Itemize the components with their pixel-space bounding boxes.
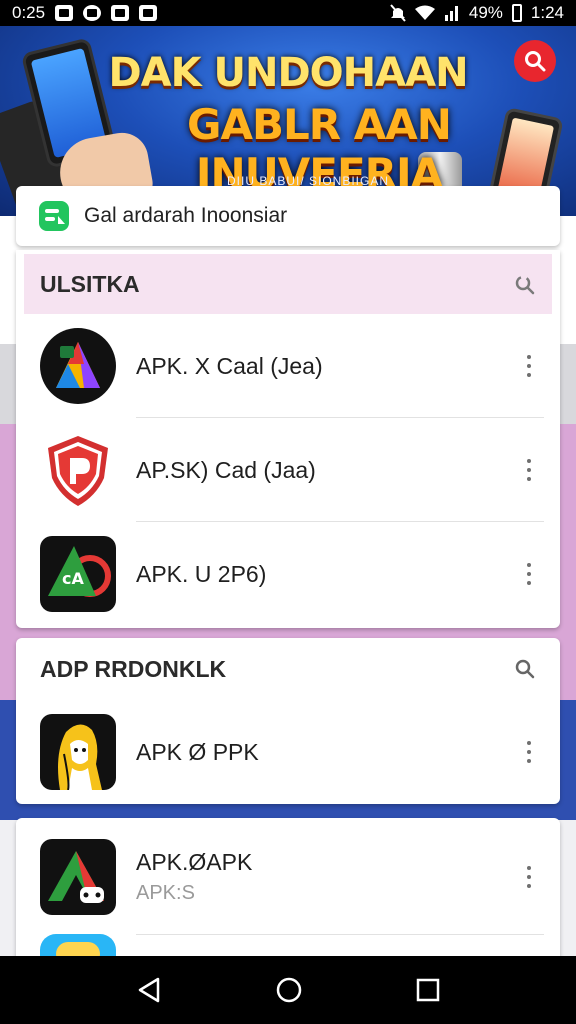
section-title-1: ULSITKA — [40, 270, 140, 297]
green-a-icon: cA — [40, 536, 116, 612]
signal-icon — [444, 6, 458, 21]
status-right: 49% 1:24 — [390, 3, 564, 23]
navigation-bar — [0, 956, 576, 1024]
more-options-icon[interactable] — [526, 741, 532, 763]
section-title-2: ADP RRDONKLK — [40, 655, 227, 682]
banner-title-line1: DAK UNDOHAAN — [108, 50, 468, 96]
divider — [136, 934, 544, 935]
status-bar: 0:25 49% 1:24 — [0, 0, 576, 26]
more-options-icon[interactable] — [526, 866, 532, 888]
image-icon — [111, 5, 130, 21]
yellow-figure-icon — [40, 714, 116, 790]
status-left: 0:25 — [12, 3, 158, 23]
row-text: APK Ø PPK — [136, 739, 259, 766]
search-icon — [525, 51, 546, 72]
wifi-icon — [414, 5, 435, 20]
more-options-icon[interactable] — [526, 355, 532, 377]
mute-icon — [390, 4, 406, 22]
search-text: Gal ardarah Inoonsiar — [84, 204, 288, 227]
section-card-3: APK.ØAPK APK:S — [16, 818, 560, 968]
home-icon[interactable] — [275, 976, 303, 1004]
status-time: 0:25 — [12, 3, 46, 22]
app-row[interactable]: cA APK. U 2P6) — [16, 522, 560, 626]
row-text: AP.SK) Cad (Jaa) — [136, 457, 316, 484]
app-title: APK. X Caal (Jea) — [136, 352, 323, 379]
app-row[interactable]: APK. X Caal (Jea) — [16, 314, 560, 418]
app-row[interactable]: APK Ø PPK — [16, 700, 560, 804]
back-icon[interactable] — [136, 976, 162, 1004]
more-options-icon[interactable] — [526, 563, 532, 585]
app-title: APK.ØAPK — [136, 849, 253, 875]
banner-search-button[interactable] — [514, 40, 556, 82]
section-header-1: ULSITKA — [24, 254, 552, 314]
refresh-search-icon[interactable] — [514, 273, 536, 295]
triangle-game-icon — [40, 839, 116, 915]
section-header-2: ADP RRDONKLK — [16, 638, 560, 700]
red-shield-icon — [40, 432, 116, 508]
search-bar[interactable]: Gal ardarah Inoonsiar — [16, 186, 560, 246]
notification-icon — [139, 5, 158, 21]
battery-icon — [511, 4, 522, 22]
photo-icon — [55, 5, 74, 21]
battery-level: 49% — [468, 3, 503, 22]
multicolor-a-icon — [40, 328, 116, 404]
section-card-1: ULSITKA APK. X Caal (Jea) AP.SK) Cad (Ja… — [16, 250, 560, 628]
row-text: APK. U 2P6) — [136, 561, 266, 588]
app-subtitle: APK:S — [136, 882, 195, 904]
svg-text:cA: cA — [62, 569, 84, 588]
app-row[interactable]: APK.ØAPK APK:S — [16, 818, 560, 936]
app-row[interactable]: AP.SK) Cad (Jaa) — [16, 418, 560, 522]
section-card-2: ADP RRDONKLK APK Ø PPK — [16, 638, 560, 804]
row-text: APK.ØAPK APK:S — [136, 849, 252, 905]
app-title: APK Ø PPK — [136, 738, 259, 765]
app-logo-icon — [39, 201, 69, 231]
app-title: APK. U 2P6) — [136, 560, 267, 587]
status-clock-right: 1:24 — [530, 3, 564, 22]
search-icon[interactable] — [514, 658, 536, 680]
navigation-icon — [83, 5, 102, 21]
app-title: AP.SK) Cad (Jaa) — [136, 456, 316, 483]
more-options-icon[interactable] — [526, 459, 532, 481]
row-text: APK. X Caal (Jea) — [136, 353, 323, 380]
recents-icon[interactable] — [416, 978, 440, 1002]
